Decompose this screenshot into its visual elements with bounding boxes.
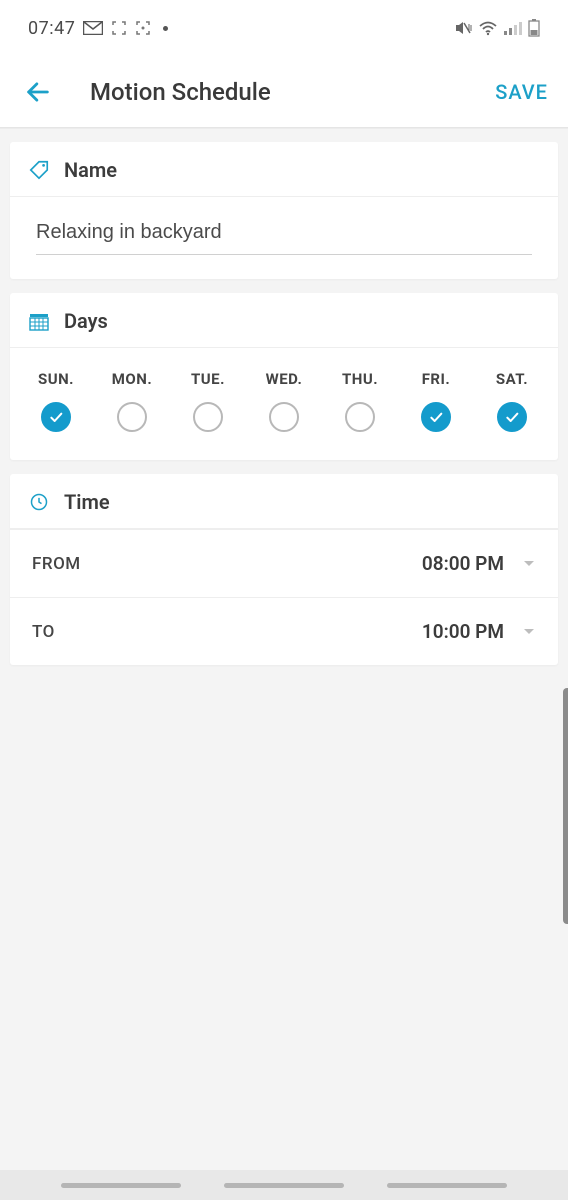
- day-toggle-mon[interactable]: MON.: [104, 370, 160, 432]
- back-button[interactable]: [20, 74, 56, 110]
- time-to-row[interactable]: TO 10:00 PM: [10, 597, 558, 665]
- day-circle-checked: [41, 402, 71, 432]
- scroll-indicator: [563, 688, 568, 924]
- wifi-icon: [478, 20, 498, 36]
- calendar-icon: [28, 310, 50, 332]
- time-header-label: Time: [64, 490, 110, 514]
- day-toggle-tue[interactable]: TUE.: [180, 370, 236, 432]
- day-label: SAT.: [496, 370, 528, 388]
- day-label: MON.: [112, 370, 152, 388]
- chevron-down-icon: [522, 559, 536, 569]
- time-to-label: TO: [32, 622, 55, 642]
- day-circle-unchecked: [193, 402, 223, 432]
- name-card: Name: [10, 142, 558, 279]
- days-card: Days SUN. MON. TUE. WED. THU. FRI. SAT.: [10, 293, 558, 460]
- day-toggle-thu[interactable]: THU.: [332, 370, 388, 432]
- bracket-dot-icon: [135, 20, 151, 36]
- mail-icon: [83, 21, 103, 35]
- status-left: 07:47: [28, 18, 168, 39]
- tag-icon: [28, 159, 50, 181]
- days-header-label: Days: [64, 309, 108, 333]
- day-circle-unchecked: [269, 402, 299, 432]
- day-toggle-sun[interactable]: SUN.: [28, 370, 84, 432]
- days-row: SUN. MON. TUE. WED. THU. FRI. SAT.: [10, 348, 558, 460]
- battery-icon: [528, 19, 540, 37]
- app-bar: Motion Schedule SAVE: [0, 56, 568, 128]
- chevron-down-icon: [522, 627, 536, 637]
- time-from-row[interactable]: FROM 08:00 PM: [10, 529, 558, 597]
- status-more-dot: [163, 26, 168, 31]
- day-circle-unchecked: [345, 402, 375, 432]
- mute-vibrate-icon: [454, 20, 472, 36]
- status-bar: 07:47: [0, 0, 568, 56]
- day-circle-unchecked: [117, 402, 147, 432]
- bracket-icon: [111, 20, 127, 36]
- day-circle-checked: [421, 402, 451, 432]
- status-right: [454, 19, 540, 37]
- save-button[interactable]: SAVE: [495, 80, 548, 104]
- nav-recent[interactable]: [61, 1183, 181, 1188]
- name-card-header: Name: [10, 142, 558, 197]
- android-nav-bar: [0, 1170, 568, 1200]
- time-to-value: 10:00 PM: [422, 620, 504, 643]
- day-toggle-sat[interactable]: SAT.: [484, 370, 540, 432]
- day-toggle-fri[interactable]: FRI.: [408, 370, 464, 432]
- status-time: 07:47: [28, 18, 75, 39]
- time-card-header: Time: [10, 474, 558, 529]
- days-card-header: Days: [10, 293, 558, 348]
- nav-home[interactable]: [224, 1183, 344, 1188]
- name-header-label: Name: [64, 158, 117, 182]
- name-input-wrap: [10, 197, 558, 279]
- day-label: WED.: [266, 370, 303, 388]
- page-title: Motion Schedule: [90, 78, 495, 106]
- time-card: Time FROM 08:00 PM TO 10:00 PM: [10, 474, 558, 665]
- day-label: SUN.: [38, 370, 74, 388]
- day-toggle-wed[interactable]: WED.: [256, 370, 312, 432]
- day-label: THU.: [342, 370, 378, 388]
- day-label: FRI.: [422, 370, 451, 388]
- clock-icon: [28, 491, 50, 513]
- time-from-label: FROM: [32, 554, 81, 574]
- time-from-value: 08:00 PM: [422, 552, 504, 575]
- name-input[interactable]: [36, 215, 532, 255]
- day-circle-checked: [497, 402, 527, 432]
- signal-icon: [504, 21, 522, 35]
- day-label: TUE.: [191, 370, 225, 388]
- nav-back[interactable]: [387, 1183, 507, 1188]
